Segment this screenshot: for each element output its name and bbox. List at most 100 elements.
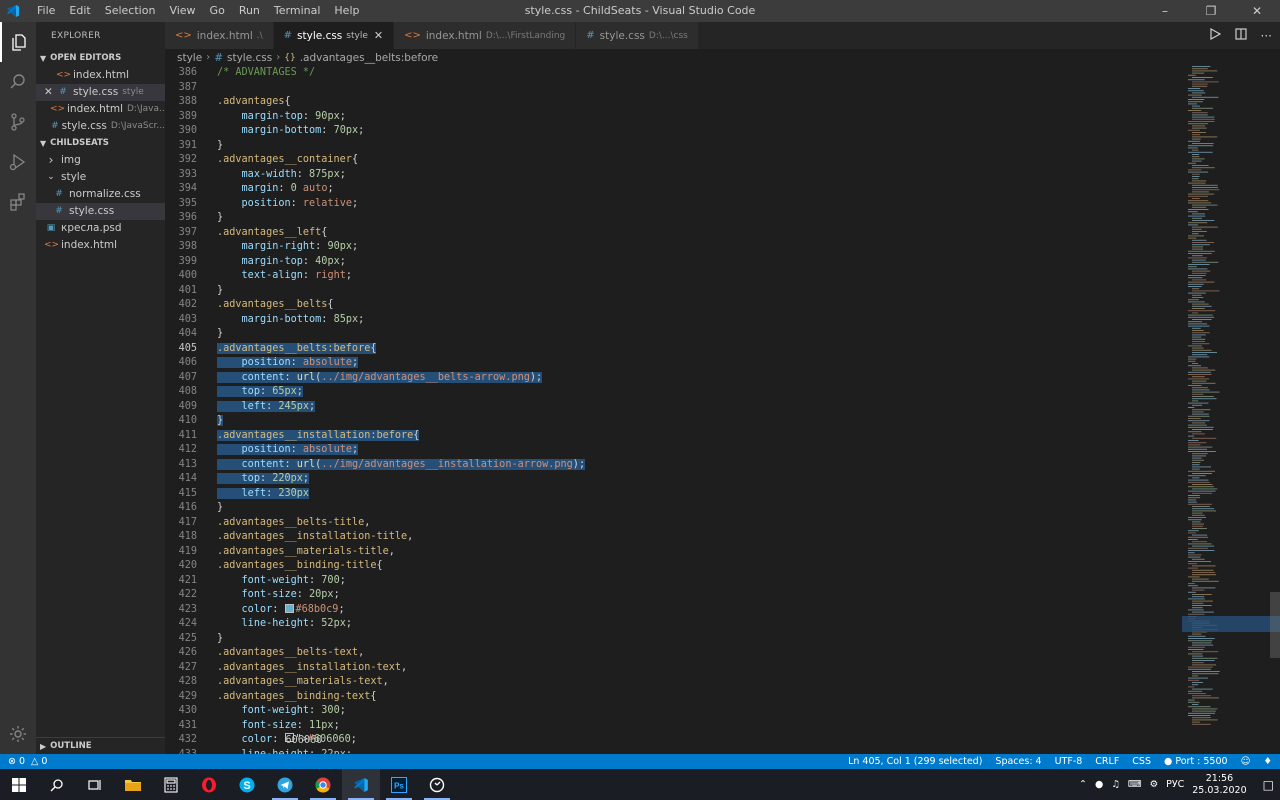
menu-view[interactable]: View	[162, 0, 202, 22]
code-line[interactable]: 418 .advantages__installation-title,	[165, 530, 1182, 545]
tab-index-html[interactable]: <> index.html D:\...\FirstLanding	[394, 22, 577, 49]
run-icon[interactable]	[1209, 27, 1221, 43]
code-line[interactable]: 425}	[165, 632, 1182, 647]
files-icon[interactable]	[0, 22, 36, 62]
code-line[interactable]: 386 /* ADVANTAGES */	[165, 66, 1182, 81]
code-line[interactable]: 399 margin-top: 40px;	[165, 255, 1182, 270]
code-line[interactable]: 394 margin: 0 auto;	[165, 182, 1182, 197]
code-editor[interactable]: 386 /* ADVANTAGES */ 387 388 .advantages{389…	[165, 66, 1182, 754]
source-control-icon[interactable]	[0, 102, 36, 142]
menu-selection[interactable]: Selection	[98, 0, 163, 22]
cursor-position[interactable]: Ln 405, Col 1 (299 selected)	[848, 756, 982, 767]
code-line[interactable]: 405 .advantages__belts:before{	[165, 342, 1182, 357]
tab-style-css[interactable]: # style.css D:\...\css	[576, 22, 699, 49]
search-icon[interactable]	[0, 62, 36, 102]
split-editor-icon[interactable]	[1234, 28, 1247, 43]
code-line[interactable]: 398 margin-right: 90px;	[165, 240, 1182, 255]
code-line[interactable]: 423 color: #68b0c9;	[165, 603, 1182, 618]
code-line[interactable]: 419 .advantages__materials-title,	[165, 545, 1182, 560]
maximize-button[interactable]: ❐	[1188, 0, 1234, 22]
close-window-button[interactable]: ✕	[1234, 0, 1280, 22]
minimap[interactable]	[1182, 66, 1280, 754]
chevron-up-icon[interactable]: ⌃	[1079, 779, 1087, 790]
tab-index-html[interactable]: <> index.html .\	[165, 22, 274, 49]
language-mode[interactable]: CSS	[1132, 756, 1151, 767]
breadcrumb-file[interactable]: style.css	[227, 52, 272, 64]
code-line[interactable]: 424 line-height: 52px;	[165, 617, 1182, 632]
code-line[interactable]: 432 color: 606060">#606060;	[165, 733, 1182, 748]
code-line[interactable]: 415 left: 230px	[165, 487, 1182, 502]
indentation[interactable]: Spaces: 4	[995, 756, 1041, 767]
code-line[interactable]: 400 text-align: right;	[165, 269, 1182, 284]
settings-gear-icon[interactable]	[0, 714, 36, 754]
photoshop-icon[interactable]: Ps	[380, 769, 418, 800]
run-debug-icon[interactable]	[0, 142, 36, 182]
open-editor-item[interactable]: <> index.html D:\Java...	[36, 101, 165, 118]
code-line[interactable]: 429 .advantages__binding-text{	[165, 690, 1182, 705]
search-icon[interactable]	[38, 769, 76, 800]
code-line[interactable]: 388 .advantages{	[165, 95, 1182, 110]
code-line[interactable]: 421 font-weight: 700;	[165, 574, 1182, 589]
code-line[interactable]: 404}	[165, 327, 1182, 342]
notifications-bell-icon[interactable]: ♦	[1263, 756, 1272, 767]
live-server-port[interactable]: ● Port : 5500	[1164, 756, 1228, 767]
steam-icon[interactable]: ⚙	[1150, 779, 1159, 790]
start-icon[interactable]	[0, 769, 38, 800]
keyboard-icon[interactable]: ⌨	[1128, 779, 1142, 790]
skype-icon[interactable]: S	[228, 769, 266, 800]
open-editor-item[interactable]: ✕ # style.css style	[36, 84, 165, 101]
tree-file[interactable]: <> index.html	[36, 237, 165, 254]
input-language[interactable]: РУС	[1166, 779, 1184, 790]
open-editors-section[interactable]: ▼ OPEN EDITORS	[36, 50, 165, 67]
tab-style-css[interactable]: # style.css style ✕	[273, 22, 395, 49]
tree-folder[interactable]: ⌄ style	[36, 169, 165, 186]
minimize-button[interactable]: –	[1142, 0, 1188, 22]
code-line[interactable]: 416}	[165, 501, 1182, 516]
calculator-icon[interactable]	[152, 769, 190, 800]
close-icon[interactable]: ✕	[36, 84, 53, 101]
more-actions-icon[interactable]: ···	[1261, 29, 1272, 43]
code-line[interactable]: 409 left: 245px;	[165, 400, 1182, 415]
code-line[interactable]: 430 font-weight: 300;	[165, 704, 1182, 719]
end-of-line[interactable]: CRLF	[1095, 756, 1119, 767]
menu-help[interactable]: Help	[327, 0, 366, 22]
code-line[interactable]: 401}	[165, 284, 1182, 299]
code-line[interactable]: 397 .advantages__left{	[165, 226, 1182, 241]
code-line[interactable]: 389 margin-top: 90px;	[165, 110, 1182, 125]
open-editor-item[interactable]: # style.css D:\JavaScr...	[36, 118, 165, 135]
problems-indicator[interactable]: ⊗ 0 △ 0	[0, 756, 47, 767]
code-line[interactable]: 412 position: absolute;	[165, 443, 1182, 458]
code-line[interactable]: 387	[165, 81, 1182, 96]
tree-file[interactable]: # normalize.css	[36, 186, 165, 203]
outline-section[interactable]: ▶ OUTLINE	[36, 737, 165, 754]
menu-edit[interactable]: Edit	[62, 0, 97, 22]
code-line[interactable]: 391}	[165, 139, 1182, 154]
task-view-icon[interactable]	[76, 769, 114, 800]
project-section[interactable]: ▼ CHILDSEATS	[36, 135, 165, 152]
encoding[interactable]: UTF-8	[1055, 756, 1083, 767]
chrome-icon[interactable]	[304, 769, 342, 800]
code-line[interactable]: 426 .advantages__belts-text,	[165, 646, 1182, 661]
code-line[interactable]: 417 .advantages__belts-title,	[165, 516, 1182, 531]
code-line[interactable]: 410}	[165, 414, 1182, 429]
network-icon[interactable]: ●	[1095, 779, 1103, 790]
code-line[interactable]: 396}	[165, 211, 1182, 226]
code-line[interactable]: 431 font-size: 11px;	[165, 719, 1182, 734]
editor-scrollbar-thumb[interactable]	[1270, 592, 1280, 658]
code-line[interactable]: 408 top: 65px;	[165, 385, 1182, 400]
breadcrumb-symbol[interactable]: .advantages__belts:before	[300, 52, 438, 64]
code-line[interactable]: 392 .advantages__container{	[165, 153, 1182, 168]
menu-go[interactable]: Go	[203, 0, 232, 22]
code-line[interactable]: 413 content: url(../img/advantages__inst…	[165, 458, 1182, 473]
code-line[interactable]: 393 max-width: 875px;	[165, 168, 1182, 183]
open-editor-item[interactable]: <> index.html	[36, 67, 165, 84]
tree-file[interactable]: ▣ кресла.psd	[36, 220, 165, 237]
telegram-icon[interactable]	[266, 769, 304, 800]
code-line[interactable]: 406 position: absolute;	[165, 356, 1182, 371]
code-line[interactable]: 402 .advantages__belts{	[165, 298, 1182, 313]
vscode-icon[interactable]	[342, 769, 380, 800]
menu-run[interactable]: Run	[232, 0, 267, 22]
tree-file[interactable]: # style.css	[36, 203, 165, 220]
feedback-icon[interactable]: ☺	[1241, 756, 1251, 767]
volume-icon[interactable]: ♫	[1111, 779, 1120, 790]
